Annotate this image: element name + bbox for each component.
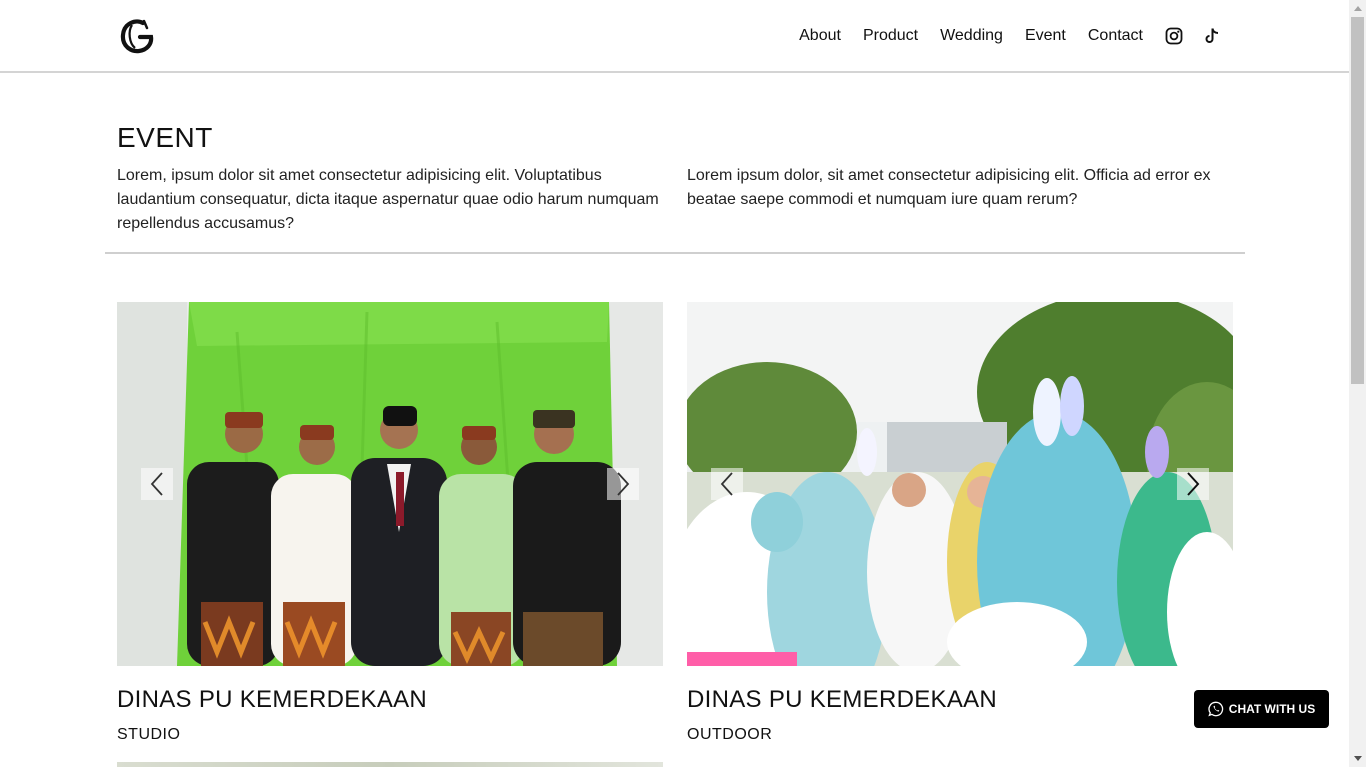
page-title: EVENT [117, 122, 213, 153]
scroll-down-arrow[interactable] [1349, 750, 1366, 767]
chat-with-us-button[interactable]: CHAT WITH US [1194, 690, 1329, 728]
event-photo-peek [117, 762, 663, 767]
scroll-up-arrow[interactable] [1349, 0, 1366, 17]
photo-image [687, 302, 1233, 666]
chevron-right-icon [617, 472, 630, 496]
event-card[interactable]: DINAS PU KEMERDEKAAN STUDIO [117, 302, 663, 744]
chat-label: CHAT WITH US [1228, 702, 1316, 716]
logo-icon [120, 19, 154, 54]
whatsapp-icon [1208, 701, 1223, 717]
nav-product[interactable]: Product [863, 22, 918, 50]
tiktok-icon[interactable] [1203, 27, 1221, 45]
scrollbar-thumb[interactable] [1351, 17, 1364, 384]
page-scrollbar[interactable] [1349, 0, 1366, 767]
card-subtitle: STUDIO [117, 726, 181, 743]
carousel-prev-button[interactable] [141, 468, 173, 500]
site-header: About Product Wedding Event Contact [0, 0, 1349, 73]
chevron-left-icon [720, 472, 733, 496]
intro-text-left: Lorem, ipsum dolor sit amet consectetur … [117, 167, 659, 232]
nav-event[interactable]: Event [1025, 22, 1066, 50]
nav-contact[interactable]: Contact [1088, 22, 1143, 50]
photo-image [117, 302, 663, 666]
card-title: DINAS PU KEMERDEKAAN [117, 686, 428, 713]
intro-text-right: Lorem ipsum dolor, sit amet consectetur … [687, 167, 1211, 208]
chevron-left-icon [150, 472, 163, 496]
nav-wedding[interactable]: Wedding [940, 22, 1003, 50]
carousel-next-button[interactable] [1177, 468, 1209, 500]
event-photo-outdoor[interactable] [687, 302, 1233, 666]
carousel-next-button[interactable] [607, 468, 639, 500]
main-nav: About Product Wedding Event Contact [799, 22, 1221, 50]
logo[interactable] [118, 15, 158, 55]
card-title: DINAS PU KEMERDEKAAN [687, 686, 998, 713]
section-divider [105, 252, 1245, 254]
chevron-right-icon [1187, 472, 1200, 496]
instagram-icon[interactable] [1165, 27, 1183, 45]
card-subtitle: OUTDOOR [687, 726, 773, 743]
carousel-prev-button[interactable] [711, 468, 743, 500]
nav-about[interactable]: About [799, 22, 841, 50]
page: About Product Wedding Event Contact EVEN… [0, 0, 1349, 767]
event-card[interactable]: DINAS PU KEMERDEKAAN OUTDOOR [687, 302, 1233, 744]
event-photo-studio[interactable] [117, 302, 663, 666]
